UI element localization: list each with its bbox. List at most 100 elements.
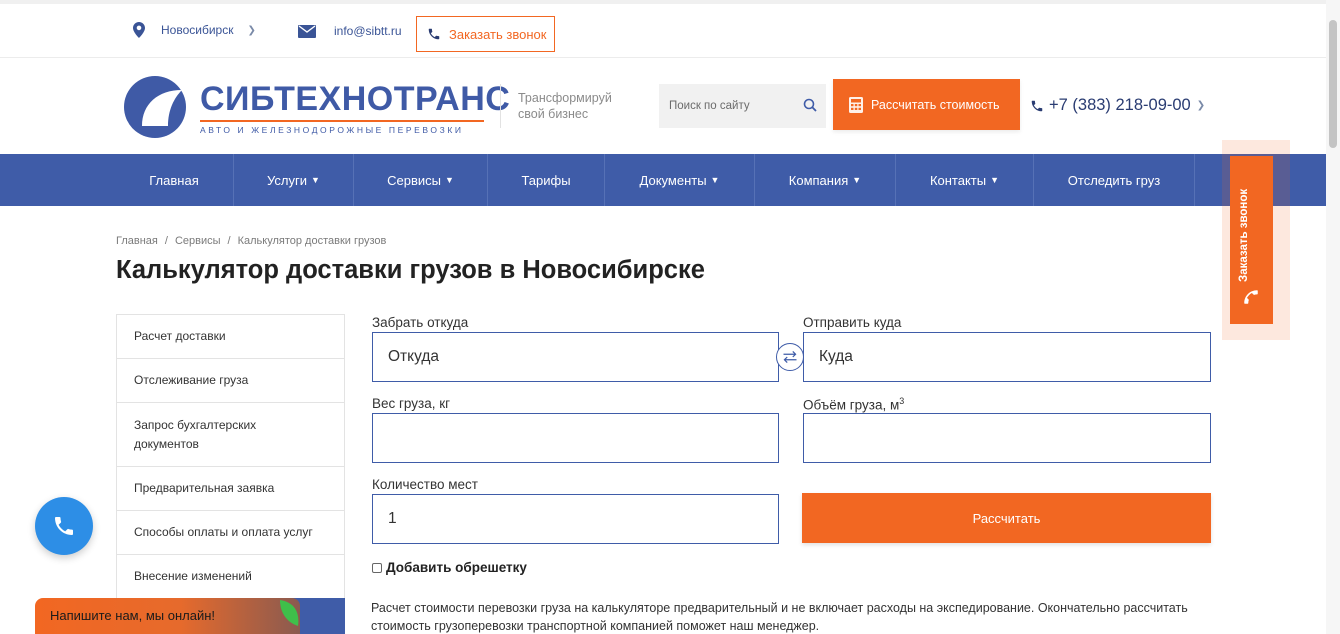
- volume-label: Объём груза, м3: [803, 396, 904, 413]
- calculate-button[interactable]: Рассчитать: [802, 493, 1211, 543]
- nav-label: Документы: [639, 172, 707, 188]
- side-menu-label: Запрос бухгалтерских документов: [134, 417, 257, 451]
- site-search: [659, 84, 826, 128]
- nav-label: Услуги: [267, 172, 308, 188]
- places-label: Количество мест: [372, 477, 478, 492]
- chevron-down-icon[interactable]: ❯: [1197, 100, 1205, 111]
- callback-button[interactable]: Заказать звонок: [416, 16, 555, 52]
- mail-icon: [298, 24, 316, 38]
- nav-label: Главная: [149, 172, 199, 188]
- services-side-menu: Расчет доставки Отслеживание груза Запро…: [116, 314, 345, 599]
- swap-direction-icon[interactable]: [776, 343, 804, 371]
- side-menu-item-delivery-calc[interactable]: Расчет доставки: [117, 315, 344, 359]
- from-label: Забрать откуда: [372, 315, 469, 330]
- side-menu-item-preliminary-request[interactable]: Предварительная заявка: [117, 467, 344, 511]
- volume-unit-superscript: 3: [899, 396, 905, 406]
- location-pin-icon: [133, 22, 145, 38]
- side-menu-item-accounting-docs[interactable]: Запрос бухгалтерских документов: [117, 403, 344, 467]
- side-callback-label: Заказать звонок: [1238, 188, 1250, 282]
- breadcrumb-separator: /: [227, 235, 231, 247]
- breadcrumb-section[interactable]: Сервисы: [175, 235, 221, 247]
- search-icon[interactable]: [803, 98, 817, 112]
- logo-tagline: АВТО И ЖЕЛЕЗНОДОРОЖНЫЕ ПЕРЕВОЗКИ: [200, 125, 464, 135]
- city-selector[interactable]: Новосибирск ❯: [133, 22, 256, 38]
- nav-item-documents[interactable]: Документы ▼: [605, 154, 755, 206]
- chat-label: Напишите нам, мы онлайн!: [50, 608, 216, 623]
- nav-item-contacts[interactable]: Контакты ▼: [896, 154, 1034, 206]
- leaf-icon: [280, 600, 299, 626]
- nav-label: Компания: [788, 172, 849, 188]
- to-label: Отправить куда: [803, 315, 902, 330]
- side-callback-tab[interactable]: Заказать звонок: [1230, 156, 1273, 324]
- calculate-label: Рассчитать: [972, 510, 1041, 526]
- phone-number: +7 (383) 218-09-00: [1049, 96, 1191, 114]
- add-crate-checkbox[interactable]: [372, 562, 382, 573]
- chevron-down-icon: ▼: [444, 175, 454, 185]
- nav-item-company[interactable]: Компания ▼: [755, 154, 896, 206]
- from-input[interactable]: [372, 332, 779, 382]
- volume-label-text: Объём груза, м: [803, 397, 900, 413]
- chat-widget[interactable]: Напишите нам, мы онлайн!: [35, 598, 300, 634]
- calculator-icon: [849, 96, 863, 113]
- places-input[interactable]: [372, 494, 779, 544]
- to-input[interactable]: [803, 332, 1211, 382]
- logo-underline: [200, 120, 484, 122]
- add-crate-option[interactable]: Добавить обрешетку: [372, 560, 527, 575]
- breadcrumb: Главная / Сервисы / Калькулятор доставки гру…: [116, 235, 386, 247]
- scrollbar-thumb[interactable]: [1329, 20, 1337, 148]
- phone-icon: [55, 517, 73, 535]
- floating-call-button[interactable]: [35, 497, 93, 555]
- chevron-down-icon: ❯: [247, 24, 256, 36]
- add-crate-label: Добавить обрешетку: [386, 560, 527, 575]
- nav-label: Контакты: [929, 172, 987, 188]
- calculate-cost-label: Рассчитать стоимость: [871, 97, 1000, 112]
- side-menu-item-changes[interactable]: Внесение изменений: [117, 555, 344, 599]
- header-phone[interactable]: +7 (383) 218-09-00 ❯: [1030, 96, 1205, 115]
- volume-input[interactable]: [803, 413, 1211, 463]
- email-link[interactable]: info@sibtt.ru: [298, 24, 402, 38]
- side-menu-label: Способы оплаты и оплата услуг: [134, 525, 313, 539]
- nav-item-track-cargo[interactable]: Отследить груз: [1034, 154, 1195, 206]
- chevron-down-icon: ▼: [311, 175, 320, 185]
- top-bar: Новосибирск ❯ info@sibtt.ru Заказать зво…: [0, 0, 1326, 58]
- email-text: info@sibtt.ru: [334, 24, 402, 38]
- page-scrollbar[interactable]: [1326, 0, 1340, 634]
- slogan-line-1: Трансформируй: [518, 91, 612, 105]
- city-name: Новосибирск: [161, 23, 234, 37]
- logo-wordmark: СИБТЕХНОТРАНС: [200, 80, 511, 118]
- main-navigation: Главная Услуги ▼ Сервисы ▼ Тарифы Документ…: [0, 154, 1326, 206]
- nav-label: Отследить груз: [1067, 172, 1161, 188]
- callback-label: Заказать звонок: [449, 26, 547, 42]
- weight-input[interactable]: [372, 413, 779, 463]
- header-divider: [500, 84, 501, 128]
- side-menu-label: Отслеживание груза: [134, 373, 249, 387]
- calculation-note: Расчет стоимости перевозки груза на каль…: [371, 601, 1188, 633]
- phone-icon: [1244, 290, 1258, 304]
- side-menu-item-tracking[interactable]: Отслеживание груза: [117, 359, 344, 403]
- chevron-down-icon: ▼: [990, 175, 1000, 185]
- slogan: Трансформируй свой бизнес: [518, 90, 638, 122]
- side-menu-label: Расчет доставки: [134, 329, 226, 343]
- breadcrumb-current: Калькулятор доставки грузов: [237, 235, 387, 247]
- logo-emblem-icon: [124, 76, 186, 138]
- nav-label: Тарифы: [521, 172, 571, 188]
- search-input[interactable]: [669, 100, 797, 112]
- chevron-down-icon: ▼: [852, 175, 862, 185]
- nav-item-tariffs[interactable]: Тарифы: [488, 154, 605, 206]
- nav-item-tools[interactable]: Сервисы ▼: [354, 154, 488, 206]
- breadcrumb-home[interactable]: Главная: [116, 235, 158, 247]
- phone-icon: [1031, 100, 1043, 111]
- nav-label: Сервисы: [387, 172, 441, 188]
- side-menu-label: Внесение изменений: [134, 569, 252, 583]
- phone-icon: [428, 28, 440, 40]
- nav-item-home[interactable]: Главная: [115, 154, 234, 206]
- breadcrumb-separator: /: [164, 235, 168, 247]
- weight-label: Вес груза, кг: [372, 396, 451, 411]
- chevron-down-icon: ▼: [710, 175, 720, 185]
- nav-item-services[interactable]: Услуги ▼: [234, 154, 354, 206]
- calculate-cost-button[interactable]: Рассчитать стоимость: [833, 79, 1020, 130]
- side-menu-item-payment[interactable]: Способы оплаты и оплата услуг: [117, 511, 344, 555]
- slogan-line-2: свой бизнес: [518, 107, 589, 121]
- site-logo[interactable]: СИБТЕХНОТРАНС АВТО И ЖЕЛЕЗНОДОРОЖНЫЕ ПЕР…: [124, 76, 510, 138]
- side-menu-label: Предварительная заявка: [134, 481, 275, 495]
